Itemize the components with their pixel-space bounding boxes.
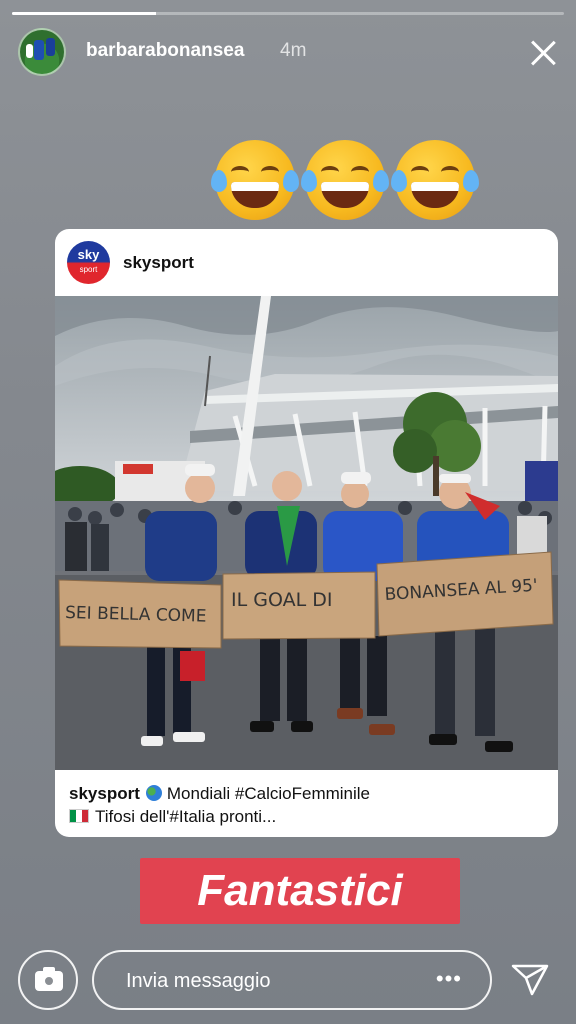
emoji-sticker-row[interactable] <box>211 140 485 226</box>
close-icon[interactable] <box>526 36 560 70</box>
skysport-logo[interactable]: sky sport <box>67 241 110 284</box>
camera-icon[interactable] <box>18 950 78 1010</box>
story-username[interactable]: barbarabonansea <box>86 40 244 62</box>
globe-icon <box>145 785 162 801</box>
italy-flag-icon <box>69 809 89 823</box>
story-progress-bar <box>12 12 564 15</box>
message-input[interactable]: Invia messaggio ••• <box>92 950 492 1010</box>
laughing-emoji-icon <box>301 140 389 220</box>
caption-line-2: Tifosi dell'#Italia pronti... <box>95 807 277 826</box>
sign-text-1: SEI BELLA COME <box>65 603 207 627</box>
story-footer: Invia messaggio ••• <box>0 950 576 1014</box>
post-caption: skysport Mondiali #CalcioFemminile Tifosi… <box>69 782 546 828</box>
post-photo[interactable]: SEI BELLA COME IL GOAL DI BONANSEA AL 95… <box>55 296 558 770</box>
more-options-icon[interactable]: ••• <box>436 966 462 992</box>
story-time: 4m <box>280 40 307 61</box>
sign-text-2: IL GOAL DI <box>231 589 332 611</box>
message-placeholder: Invia messaggio <box>126 970 271 992</box>
caption-line-1: Mondiali #CalcioFemminile <box>166 784 371 803</box>
laughing-emoji-icon <box>391 140 479 220</box>
shared-post-card[interactable]: sky sport skysport SEI BELLA COME IL GOA… <box>55 229 558 837</box>
laughing-emoji-icon <box>211 140 299 220</box>
avatar[interactable] <box>18 28 66 76</box>
story-header: barbarabonansea 4m <box>18 28 562 78</box>
fantastici-text-sticker: Fantastici <box>140 858 460 924</box>
send-icon[interactable] <box>510 962 550 998</box>
logo-text-bottom: sport <box>79 265 98 274</box>
logo-text-top: sky <box>77 247 100 262</box>
story-progress-fill <box>12 12 156 15</box>
caption-username[interactable]: skysport <box>69 784 140 803</box>
post-account-name[interactable]: skysport <box>123 253 194 273</box>
sticker-text: Fantastici <box>197 866 403 915</box>
post-header: sky sport skysport <box>55 229 558 296</box>
